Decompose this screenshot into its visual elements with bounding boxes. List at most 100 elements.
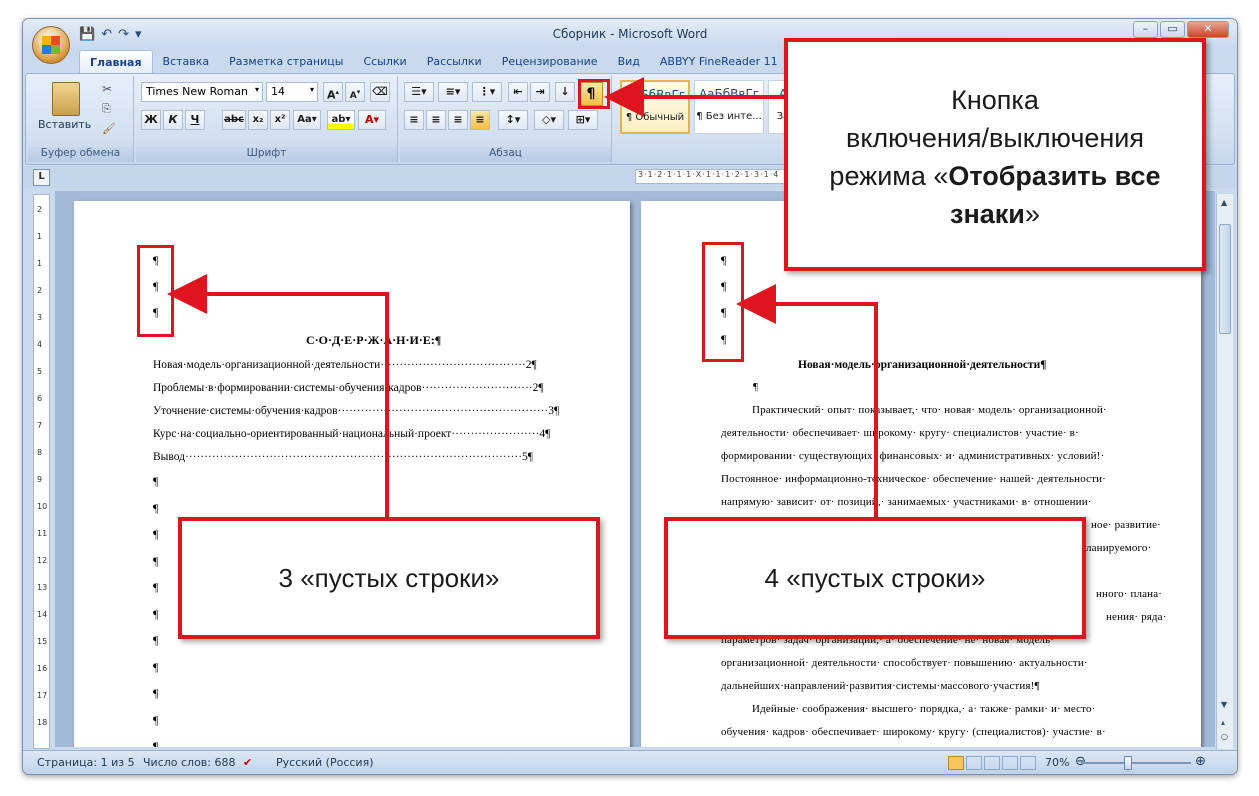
justify-icon[interactable]: ≡ (470, 110, 490, 130)
tab-view[interactable]: Вид (608, 50, 650, 74)
body-line: ланируемого· (1086, 542, 1152, 554)
page-count-status[interactable]: Страница: 1 из 5 (37, 756, 135, 769)
tab-references[interactable]: Ссылки (353, 50, 416, 74)
font-color-icon[interactable]: A▾ (358, 110, 386, 130)
body-line: организационной· деятельности· способств… (721, 657, 1088, 669)
redo-icon[interactable]: ↷ (118, 27, 129, 42)
italic-icon[interactable]: К (163, 110, 183, 130)
align-right-icon[interactable]: ≡ (448, 110, 468, 130)
tab-mailings[interactable]: Рассылки (417, 50, 492, 74)
full-screen-reading-icon[interactable] (966, 756, 982, 770)
undo-icon[interactable]: ↶ (101, 27, 112, 42)
grow-font-icon[interactable]: A▴ (323, 82, 343, 102)
toc-entry: Новая·модель·организационной·деятельност… (153, 359, 537, 371)
document-page-2[interactable]: ¶ ¶ ¶ ¶ Новая·модель·организационной·дея… (641, 201, 1201, 747)
style-preview: АаБбВвГг (624, 88, 686, 102)
word-count-status[interactable]: Число слов: 688 (143, 756, 236, 769)
window-title: Сборник - Microsoft Word (552, 27, 708, 41)
paragraph-mark: ¶ (153, 500, 159, 515)
zoom-in-icon[interactable]: ⊕ (1195, 754, 1206, 769)
maximize-button[interactable]: ▭ (1160, 21, 1185, 38)
change-case-icon[interactable]: Aa▾ (293, 110, 321, 130)
clipboard-group-label: Буфер обмена (28, 147, 133, 162)
numbering-icon[interactable]: ≡▾ (438, 82, 468, 102)
vertical-ruler[interactable]: 2 1 1 2 3 4 5 6 7 8 9 10 11 12 13 14 15 16 17 18 (33, 194, 50, 749)
style-heading[interactable]: А За (768, 80, 798, 134)
subscript-icon[interactable]: x₂ (248, 110, 268, 130)
paste-icon[interactable] (52, 82, 80, 116)
tab-abbyy[interactable]: ABBYY FineReader 11 (650, 50, 788, 74)
outline-icon[interactable] (1002, 756, 1018, 770)
word-window: Сборник - Microsoft Word 💾 ↶ ↷ ▾ – ▭ ✕ Г… (22, 18, 1238, 775)
close-button[interactable]: ✕ (1187, 21, 1229, 38)
office-logo-icon (42, 36, 60, 54)
ruler-tick: 1 (37, 232, 43, 241)
customize-qat-icon[interactable]: ▾ (135, 27, 142, 42)
font-group-label: Шрифт (136, 147, 397, 162)
clear-format-icon[interactable]: ⌫ (370, 82, 390, 102)
paragraph-mark: ¶ (153, 527, 159, 541)
language-status[interactable]: Русский (Россия) (276, 756, 374, 769)
style-normal[interactable]: АаБбВвГг ¶ Обычный (620, 80, 690, 134)
scroll-thumb[interactable] (1219, 224, 1231, 334)
zoom-slider-thumb[interactable] (1124, 756, 1132, 770)
shrink-font-icon[interactable]: A▾ (345, 82, 365, 102)
underline-icon[interactable]: Ч (185, 110, 205, 130)
bold-icon[interactable]: Ж (141, 110, 161, 130)
paragraph-group-label: Абзац (400, 147, 611, 162)
paragraph-mark: ¶ (721, 279, 727, 293)
decrease-indent-icon[interactable]: ⇤ (508, 82, 528, 102)
vertical-scrollbar[interactable]: ▲ ▼ ▴ ○ (1216, 194, 1233, 749)
save-icon[interactable]: 💾 (79, 27, 95, 42)
align-left-icon[interactable]: ≡ (404, 110, 424, 130)
paste-button[interactable]: Вставить (38, 118, 91, 131)
font-name-value: Times New Roman (146, 85, 248, 98)
print-layout-icon[interactable] (948, 756, 964, 770)
tab-page-layout[interactable]: Разметка страницы (219, 50, 353, 74)
office-button[interactable] (32, 26, 70, 64)
previous-page-icon[interactable]: ▴ (1221, 718, 1225, 727)
scroll-down-icon[interactable]: ▼ (1221, 700, 1227, 709)
browse-object-icon[interactable]: ○ (1221, 732, 1228, 741)
increase-indent-icon[interactable]: ⇥ (530, 82, 550, 102)
document-page-1[interactable]: ¶ ¶ ¶ С·О·Д·Е·Р·Ж·А·Н·И·Е:¶ Новая·модель… (74, 201, 630, 747)
highlight-icon[interactable]: ab▾ (327, 110, 355, 130)
multilevel-list-icon[interactable]: ⋮▾ (472, 82, 502, 102)
zoom-slider[interactable] (1081, 762, 1191, 764)
body-line: нения· ряда· (1106, 611, 1167, 623)
horizontal-ruler[interactable]: 3·1·2·1·1·1·X·1·1·1·2·1·3·1·4 (635, 169, 825, 184)
ruler-tick: 13 (37, 583, 48, 592)
tab-home[interactable]: Главная (79, 50, 153, 74)
paragraph-mark: ¶ (153, 739, 159, 747)
scroll-up-icon[interactable]: ▲ (1221, 198, 1227, 207)
tab-insert[interactable]: Вставка (153, 50, 220, 74)
align-center-icon[interactable]: ≡ (426, 110, 446, 130)
body-line: напрямую· зависит· от· позиций,· занимае… (721, 496, 1092, 508)
body-line: параметров· задач· организации,· а· обес… (721, 634, 1055, 646)
ruler-tick: 6 (37, 394, 43, 403)
format-painter-icon[interactable]: 🖌 (102, 122, 116, 135)
web-layout-icon[interactable] (984, 756, 1000, 770)
cut-icon[interactable]: ✂ (102, 82, 112, 96)
font-name-select[interactable]: Times New Roman ▾ (141, 82, 263, 102)
font-size-select[interactable]: 14 ▾ (266, 82, 318, 102)
bullets-icon[interactable]: ☰▾ (404, 82, 434, 102)
shading-icon[interactable]: ◇▾ (534, 110, 564, 130)
line-spacing-icon[interactable]: ↕▾ (498, 110, 528, 130)
draft-icon[interactable] (1020, 756, 1036, 770)
zoom-level[interactable]: 70% (1045, 756, 1069, 769)
section-heading: Новая·модель·организационной·деятельност… (798, 359, 1047, 371)
toc-entry: Уточнение·системы·обучения·кадров·······… (153, 405, 560, 417)
tab-selector-button[interactable]: L (33, 169, 50, 186)
proofing-icon[interactable]: ✔ (243, 756, 252, 769)
superscript-icon[interactable]: x² (270, 110, 290, 130)
show-formatting-marks-button[interactable]: ¶ (579, 82, 603, 106)
copy-icon[interactable]: ⎘ (102, 102, 111, 116)
ruler-tick: 8 (37, 448, 43, 457)
tab-review[interactable]: Рецензирование (492, 50, 608, 74)
minimize-button[interactable]: – (1133, 21, 1158, 38)
sort-icon[interactable]: ↓ (555, 82, 575, 102)
borders-icon[interactable]: ⊞▾ (568, 110, 598, 130)
style-no-spacing[interactable]: АаБбВвГг ¶ Без инте... (694, 80, 764, 134)
strikethrough-icon[interactable]: abc (222, 110, 246, 130)
